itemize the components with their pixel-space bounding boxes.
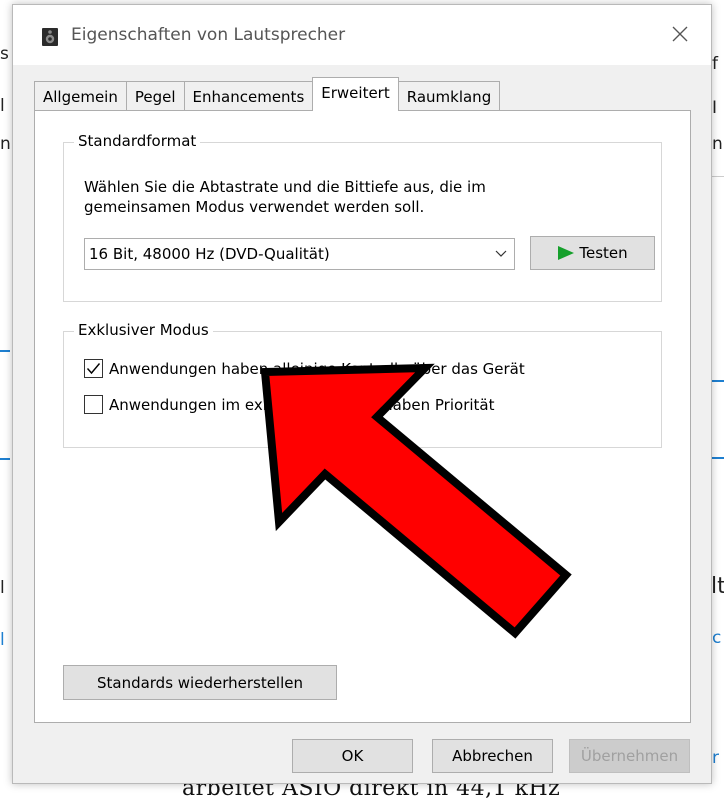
exclusive-mode-legend: Exklusiver Modus bbox=[74, 321, 213, 339]
checkmark-icon bbox=[86, 363, 101, 375]
close-icon bbox=[672, 26, 688, 42]
close-button[interactable] bbox=[665, 19, 695, 49]
sample-format-value: 16 Bit, 48000 Hz (DVD-Qualität) bbox=[89, 245, 330, 263]
background-divider bbox=[710, 176, 724, 177]
speaker-icon bbox=[41, 27, 59, 47]
play-icon bbox=[558, 246, 575, 260]
sample-format-select[interactable]: 16 Bit, 48000 Hz (DVD-Qualität) bbox=[84, 238, 515, 270]
background-text-fragment: I bbox=[712, 98, 718, 118]
background-text-fragment: r bbox=[712, 748, 719, 768]
background-text-fragment: l bbox=[0, 96, 5, 116]
chevron-down-icon bbox=[488, 250, 514, 258]
background-text-fragment: l bbox=[0, 578, 5, 598]
exclusive-control-checkbox[interactable] bbox=[84, 359, 103, 378]
exclusive-priority-label: Anwendungen im exklusiven Modus haben Pr… bbox=[109, 395, 495, 414]
tab-erweitert[interactable]: Erweitert bbox=[312, 77, 399, 111]
speaker-properties-dialog: Eigenschaften von Lautsprecher Allgemein… bbox=[12, 4, 712, 784]
tab-allgemein[interactable]: Allgemein bbox=[34, 81, 127, 111]
background-text-fragment: n bbox=[0, 134, 11, 154]
background-link-line bbox=[710, 457, 724, 459]
exclusive-mode-group: Exklusiver Modus Anwendungen haben allei… bbox=[63, 321, 662, 448]
exclusive-control-label: Anwendungen haben alleinige Kontrolle üb… bbox=[109, 359, 525, 378]
tab-raumklang[interactable]: Raumklang bbox=[397, 81, 501, 111]
standardformat-legend: Standardformat bbox=[74, 132, 201, 150]
exclusive-control-option[interactable]: Anwendungen haben alleinige Kontrolle üb… bbox=[84, 359, 525, 378]
background-text-fragment: lt bbox=[711, 574, 724, 599]
cancel-button[interactable]: Abbrechen bbox=[432, 739, 553, 773]
background-text-fragment: c bbox=[712, 628, 722, 648]
exclusive-priority-checkbox[interactable] bbox=[84, 395, 103, 414]
restore-defaults-button[interactable]: Standards wiederherstellen bbox=[63, 665, 337, 700]
standardformat-group: Standardformat Wählen Sie die Abtastrate… bbox=[63, 132, 662, 302]
background-text-fragment: f bbox=[712, 54, 718, 74]
ok-button[interactable]: OK bbox=[292, 739, 413, 773]
tab-strip: Allgemein Pegel Enhancements Erweitert R… bbox=[34, 77, 501, 111]
apply-button[interactable]: Übernehmen bbox=[569, 739, 690, 773]
standardformat-description: Wählen Sie die Abtastrate und die Bittie… bbox=[84, 178, 486, 216]
tab-enhancements[interactable]: Enhancements bbox=[183, 81, 314, 111]
background-text-fragment: n bbox=[712, 134, 723, 154]
background-link-line bbox=[0, 458, 10, 460]
test-button-label: Testen bbox=[579, 244, 628, 262]
exclusive-priority-option[interactable]: Anwendungen im exklusiven Modus haben Pr… bbox=[84, 395, 494, 414]
background-link-line bbox=[710, 380, 724, 382]
tab-pegel[interactable]: Pegel bbox=[125, 81, 185, 111]
title-bar: Eigenschaften von Lautsprecher bbox=[13, 5, 711, 65]
background-link-line bbox=[0, 350, 10, 352]
background-text-fragment: l bbox=[0, 630, 5, 650]
background-left-edge bbox=[0, 0, 12, 796]
background-text-fragment: s bbox=[0, 44, 9, 64]
tab-page-erweitert: Standardformat Wählen Sie die Abtastrate… bbox=[34, 110, 691, 723]
test-button[interactable]: Testen bbox=[530, 236, 655, 270]
dialog-title: Eigenschaften von Lautsprecher bbox=[71, 25, 346, 45]
